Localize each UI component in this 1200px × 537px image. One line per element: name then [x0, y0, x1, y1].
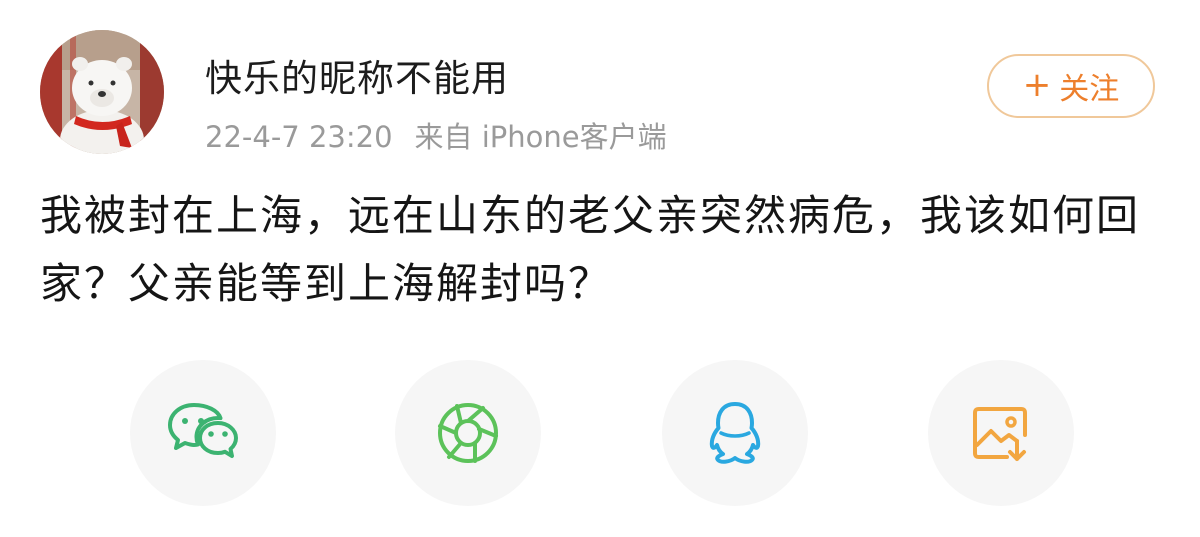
qq-icon — [709, 402, 761, 464]
post-content: 我被封在上海，远在山东的老父亲突然病危，我该如何回家？父亲能等到上海解封吗？ — [40, 191, 1141, 308]
post-source: 来自 iPhone客户端 — [414, 120, 667, 154]
share-moments-button[interactable] — [395, 360, 541, 506]
polar-bear-avatar-icon — [40, 30, 164, 154]
post-timestamp: 22-4-7 23:20 — [205, 120, 393, 154]
follow-button[interactable]: + 关注 — [987, 54, 1155, 118]
author-username[interactable]: 快乐的昵称不能用 — [205, 48, 509, 102]
share-wechat-button[interactable] — [130, 360, 276, 506]
follow-label: 关注 — [1059, 72, 1120, 107]
wechat-icon — [168, 403, 238, 458]
save-image-icon — [973, 407, 1027, 461]
share-save-image-button[interactable] — [928, 360, 1074, 506]
share-bar — [0, 360, 1200, 510]
post-meta: 22-4-7 23:20 来自 iPhone客户端 — [205, 114, 667, 156]
avatar[interactable] — [40, 30, 164, 154]
share-qq-button[interactable] — [662, 360, 808, 506]
plus-icon: + — [1022, 65, 1052, 105]
weibo-post: 快乐的昵称不能用 22-4-7 23:20 来自 iPhone客户端 + 关注 我… — [0, 0, 1200, 537]
moments-icon — [438, 403, 498, 463]
